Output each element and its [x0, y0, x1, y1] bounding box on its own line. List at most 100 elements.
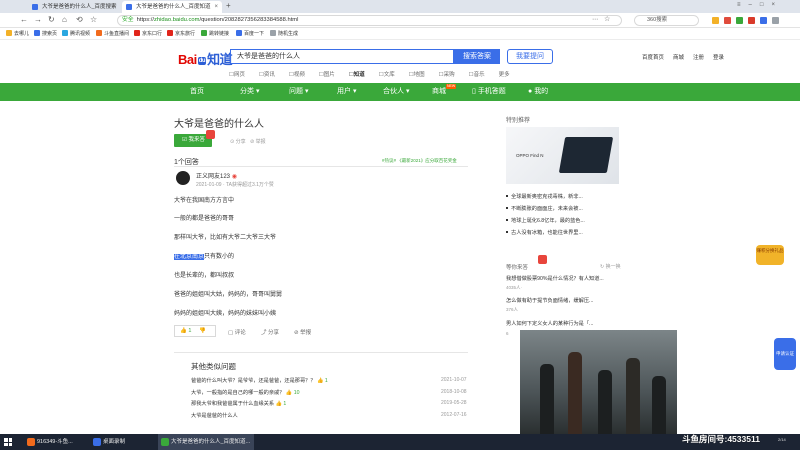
want-question[interactable]: 我想借做股票90%是什么情况？有人知道...: [506, 275, 604, 282]
comment-link[interactable]: ▢ 评论: [228, 328, 246, 336]
nav-mall[interactable]: 商城 NEW: [432, 83, 457, 101]
bookmark-item[interactable]: 斗鱼直播间: [96, 30, 129, 38]
bookmark-icon: [167, 30, 173, 36]
extension-icon[interactable]: [712, 17, 719, 24]
share-icon[interactable]: ⋯: [592, 15, 598, 25]
points-gift-sticker[interactable]: 赚积分换礼品: [756, 245, 784, 265]
like-button[interactable]: 👍 1 👎: [174, 325, 216, 337]
link-login[interactable]: 登录: [713, 55, 724, 61]
nav-mobile-answer[interactable]: ▯ 手机答题: [472, 83, 506, 101]
phone-image: [558, 137, 614, 173]
bookmark-item[interactable]: 去哪儿: [6, 30, 29, 38]
hot-item[interactable]: 地球上诞化6.8亿年，最的蓝色...: [506, 217, 585, 224]
similar-question-item[interactable]: 爸爸的什么叫大爷？是爷爷，还是爸爸，还是那哥？？ 👍 1: [191, 377, 328, 384]
nav-purchase[interactable]: ☐采购: [439, 72, 462, 78]
hot-tags[interactable]: #热议# 《最新2021》应分取百花奖金: [382, 158, 457, 164]
bookmark-item[interactable]: 腾讯视频: [62, 30, 90, 38]
new-tab-button[interactable]: +: [226, 1, 231, 10]
reload-icon[interactable]: ↻: [48, 15, 55, 25]
thumbs-down-icon: 👎: [198, 328, 206, 334]
hot-item[interactable]: 古人没有冰箱，也能往世界里...: [506, 229, 583, 236]
minimize-icon[interactable]: –: [749, 2, 760, 8]
extension-icon[interactable]: [736, 17, 743, 24]
nav-video[interactable]: ☐视频: [289, 72, 312, 78]
nav-wenku[interactable]: ☐文库: [379, 72, 402, 78]
nav-zhidao[interactable]: ☐知道: [349, 72, 372, 78]
bookmark-item[interactable]: 京东口行: [134, 30, 162, 38]
nav-images[interactable]: ☐图片: [319, 72, 342, 78]
bookmark-item[interactable]: 随机生成: [270, 30, 298, 38]
tab-baidu-search[interactable]: 大爷是爸爸的什么人_百度搜索 ×: [28, 1, 120, 13]
nav-more[interactable]: 更多: [499, 72, 510, 78]
share-link[interactable]: ⤴ 分享: [261, 328, 279, 336]
paw-icon: [32, 4, 38, 10]
nav-questions[interactable]: 问题 ▾: [289, 83, 308, 101]
want-question[interactable]: 男人如何下定义女人的某种行为是「...: [506, 320, 593, 327]
share-link[interactable]: ⊙ 分享: [230, 138, 246, 145]
taskbar-item-douyu[interactable]: 916349-斗鱼...: [24, 434, 86, 450]
refresh-link[interactable]: ↻ 换一换: [600, 263, 621, 270]
back-icon[interactable]: ←: [20, 15, 28, 25]
search-input[interactable]: 360搜索: [634, 15, 699, 26]
bookmark-star-icon[interactable]: ☆: [90, 15, 97, 25]
want-question[interactable]: 怎么做有助于提节负面情绪，缓解压...: [506, 297, 593, 304]
bookmark-item[interactable]: 京东旅行: [167, 30, 195, 38]
baidu-zhidao-logo[interactable]: Bai du 知道: [178, 49, 233, 68]
hot-item[interactable]: 不断膨胀的面面庄，未来会被...: [506, 205, 583, 212]
nav-partner[interactable]: 合伙人 ▾: [383, 83, 409, 101]
search-answer-button[interactable]: 搜索答案: [454, 49, 500, 64]
extension-icon[interactable]: [760, 17, 767, 24]
home-icon[interactable]: ⌂: [62, 15, 67, 25]
nav-mine[interactable]: ● 我的: [528, 83, 548, 101]
bookmark-icon: [96, 30, 102, 36]
link-mall[interactable]: 商城: [673, 55, 684, 61]
star-icon[interactable]: ☆: [604, 15, 610, 25]
bookmark-item[interactable]: 百度一下: [236, 30, 264, 38]
nav-home[interactable]: 首页: [190, 83, 204, 101]
close-icon[interactable]: ×: [214, 1, 218, 13]
extension-icon[interactable]: [748, 17, 755, 24]
apply-certify-sticker[interactable]: 申请认证: [774, 338, 796, 370]
link-register[interactable]: 注册: [693, 55, 704, 61]
nav-news[interactable]: ☐资讯: [259, 72, 282, 78]
bookmark-icon: [134, 30, 140, 36]
search-category-nav: ☐网页 ☐资讯 ☐视频 ☐图片 ☐知道 ☐文库 ☐地图 ☐采购 ☐音乐 更多: [229, 70, 517, 78]
ad-banner[interactable]: OPPO Find N: [506, 127, 619, 184]
similar-question-item[interactable]: 大爷是爸爸的什么人: [191, 412, 238, 419]
report-link[interactable]: ⊘ 举报: [250, 138, 266, 145]
nav-map[interactable]: ☐地图: [409, 72, 432, 78]
menu-icon[interactable]: ≡: [737, 2, 749, 8]
report-link[interactable]: ⊘ 举报: [294, 328, 311, 336]
question-search-input[interactable]: 大爷是爸爸的什么人: [230, 49, 454, 64]
avatar[interactable]: [176, 171, 190, 185]
history-icon[interactable]: ⟲: [76, 15, 83, 25]
hot-item[interactable]: 全球最新奥密克戎毒株，新非...: [506, 193, 583, 200]
maximize-icon[interactable]: □: [760, 2, 772, 8]
main-nav: 首页 分类 ▾ 问题 ▾ 用户 ▾ 合伙人 ▾ 商城 NEW ▯ 手机答题 ● 我…: [0, 83, 800, 101]
nav-music[interactable]: ☐音乐: [469, 72, 492, 78]
address-bar[interactable]: 安全 https://zhidao.baidu.com/question/2082…: [117, 15, 622, 26]
question-date: 2018-10-08: [441, 389, 467, 395]
windows-start-icon[interactable]: [4, 438, 12, 446]
close-window-icon[interactable]: ×: [771, 2, 783, 8]
extension-icon[interactable]: [772, 17, 779, 24]
answer-line: 也是长辈的，都叫叔叔: [174, 273, 235, 279]
ask-question-button[interactable]: 我要提问: [507, 49, 553, 64]
taskbar-item-recorder[interactable]: 桌面录制: [90, 434, 154, 450]
answer-username[interactable]: 正义网友123 ◉: [196, 171, 237, 180]
nav-users[interactable]: 用户 ▾: [337, 83, 356, 101]
close-icon[interactable]: ×: [112, 1, 116, 13]
forward-icon[interactable]: →: [34, 15, 42, 25]
bookmark-item[interactable]: 搜索页: [34, 30, 57, 38]
nav-category[interactable]: 分类 ▾: [240, 83, 259, 101]
chevron-down-icon: ▾: [304, 88, 309, 95]
link-baidu-home[interactable]: 百度首页: [642, 55, 664, 61]
similar-question-item[interactable]: 那我大爷和我爸爸属于什么血缘关系 👍 1: [191, 400, 286, 407]
extension-icon[interactable]: [724, 17, 731, 24]
answer-line: 妈妈的姐姐叫大姨，妈妈的妹妹叫小姨: [174, 311, 277, 317]
nav-web[interactable]: ☐网页: [229, 72, 252, 78]
similar-question-item[interactable]: 大爷，一般指的是自己的哪一般的亲戚？ 👍 10: [191, 389, 300, 396]
bookmark-item[interactable]: 跳转链接: [201, 30, 229, 38]
taskbar-item-browser[interactable]: 大爷是爸爸的什么人_百度知道...: [158, 434, 254, 450]
tab-baidu-zhidao[interactable]: 大爷是爸爸的什么人_百度知道 ×: [122, 1, 222, 13]
